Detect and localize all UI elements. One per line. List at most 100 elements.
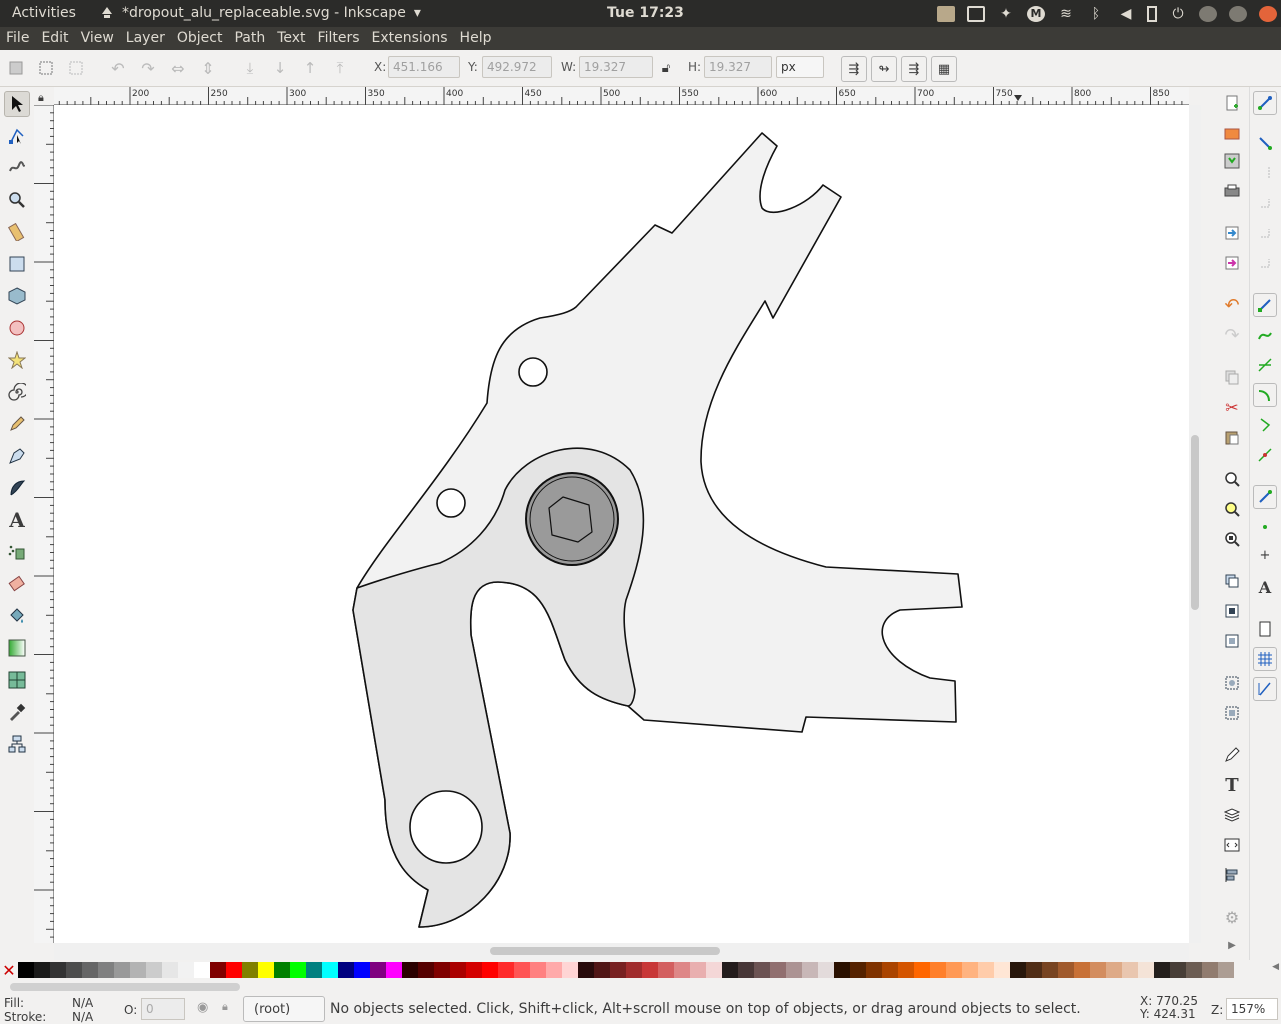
snap-paths-icon[interactable] [1253,323,1277,347]
zoom-selection-icon[interactable] [1220,467,1244,491]
bluetooth-icon[interactable]: ᛒ [1087,6,1105,22]
unit-select[interactable]: px [776,56,824,78]
color-swatch[interactable] [338,962,354,978]
palette-scrollbar[interactable] [0,980,1281,994]
menu-extensions[interactable]: Extensions [366,27,454,50]
flip-vertical-icon[interactable]: ⇕ [196,56,220,80]
color-swatch[interactable] [402,962,418,978]
ellipse-tool-icon[interactable] [4,315,30,341]
color-swatch[interactable] [930,962,946,978]
color-swatch[interactable] [754,962,770,978]
spiral-tool-icon[interactable] [4,379,30,405]
scale-corners-icon[interactable]: ↬ [871,56,897,82]
scale-stroke-icon[interactable]: ⇶ [841,56,867,82]
menu-help[interactable]: Help [454,27,498,50]
snap-cusp-nodes-icon[interactable] [1253,383,1277,407]
new-document-icon[interactable] [1220,91,1244,115]
snap-guide-icon[interactable] [1253,677,1277,701]
color-swatch[interactable] [674,962,690,978]
maximize-window-icon[interactable] [1229,5,1247,22]
snap-smooth-nodes-icon[interactable] [1253,413,1277,437]
menu-file[interactable]: File [0,27,35,50]
align-distribute-icon[interactable] [1220,863,1244,887]
menu-view[interactable]: View [75,27,120,50]
power-icon[interactable]: ⏻ [1169,6,1187,22]
transform-patterns-icon[interactable]: ▦ [931,56,957,82]
zoom-page-icon[interactable] [1220,527,1244,551]
deselect-icon[interactable] [64,56,88,80]
clone-icon[interactable] [1220,599,1244,623]
zoom-input[interactable]: 157% [1226,998,1278,1020]
menu-layer[interactable]: Layer [120,27,171,50]
color-swatch[interactable] [770,962,786,978]
cut-icon[interactable]: ✂ [1220,395,1244,419]
color-swatch[interactable] [1170,962,1186,978]
h-input[interactable]: 19.327 [704,56,772,78]
color-swatch[interactable] [962,962,978,978]
vertical-scrollbar[interactable] [1189,105,1201,943]
color-swatch[interactable] [130,962,146,978]
mesh-tool-icon[interactable] [4,667,30,693]
color-swatch[interactable] [610,962,626,978]
color-swatch[interactable] [642,962,658,978]
color-swatch[interactable] [274,962,290,978]
w-input[interactable]: 19.327 [579,56,653,78]
color-swatch[interactable] [546,962,562,978]
color-swatch[interactable] [498,962,514,978]
rect-tool-icon[interactable] [4,251,30,277]
select-all-icon[interactable] [4,56,28,80]
toggle-lock-icon[interactable]: 🔒︎ [222,1000,228,1014]
expand-more-icon[interactable]: ▶ [1220,933,1244,957]
menu-text[interactable]: Text [271,27,311,50]
clipboard-icon[interactable] [937,5,955,22]
color-swatch[interactable] [562,962,578,978]
color-swatch[interactable] [1138,962,1154,978]
color-swatch[interactable] [1186,962,1202,978]
snap-bbox-edge-icon[interactable] [1253,161,1277,185]
y-input[interactable]: 492.972 [482,56,552,78]
open-file-icon[interactable] [1220,121,1244,145]
color-swatch[interactable] [146,962,162,978]
calligraphy-tool-icon[interactable] [4,475,30,501]
stroke-indicator[interactable]: N/A [72,1010,93,1024]
color-swatch[interactable] [306,962,322,978]
close-window-icon[interactable] [1259,5,1277,22]
color-swatch[interactable] [50,962,66,978]
paste-icon[interactable] [1220,425,1244,449]
spray-tool-icon[interactable] [4,539,30,565]
color-swatch[interactable] [162,962,178,978]
text-tool-icon[interactable]: A [4,507,30,533]
group-icon[interactable] [1220,671,1244,695]
color-swatch[interactable] [418,962,434,978]
color-swatch[interactable] [866,962,882,978]
snap-intersections-icon[interactable] [1253,353,1277,377]
color-swatch[interactable] [322,962,338,978]
snap-rotation-center-icon[interactable]: + [1253,543,1277,567]
activities-button[interactable]: Activities [12,5,76,21]
mail-icon[interactable]: M [1027,5,1045,22]
duplicate-icon[interactable] [1220,569,1244,593]
horizontal-scroll-thumb[interactable] [490,947,720,955]
color-swatch[interactable] [1026,962,1042,978]
color-swatch[interactable] [226,962,242,978]
color-swatch[interactable] [1090,962,1106,978]
tweak-tool-icon[interactable] [4,155,30,181]
print-icon[interactable] [1220,179,1244,203]
snap-enable-icon[interactable] [1253,91,1277,115]
lower-icon[interactable]: ↓ [268,56,292,80]
color-swatch[interactable] [290,962,306,978]
color-swatch[interactable] [1154,962,1170,978]
undo-icon[interactable]: ↶ [1220,293,1244,317]
color-swatch[interactable] [1058,962,1074,978]
zoom-tool-icon[interactable] [4,187,30,213]
battery-icon[interactable] [1147,5,1157,22]
color-swatch[interactable] [34,962,50,978]
redo-icon[interactable]: ↷ [1220,323,1244,347]
palette-scroll-thumb[interactable] [10,983,240,991]
3dbox-tool-icon[interactable] [4,283,30,309]
preferences-icon[interactable]: ⚙ [1220,905,1244,929]
fill-stroke-icon[interactable] [1220,743,1244,767]
color-swatch[interactable] [114,962,130,978]
color-swatch[interactable] [370,962,386,978]
raise-icon[interactable]: ↑ [298,56,322,80]
